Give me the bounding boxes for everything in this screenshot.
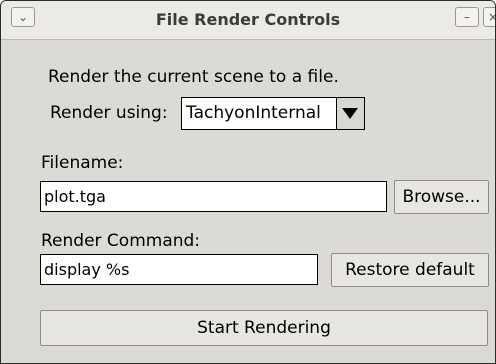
content-area: Render the current scene to a file. Rend…	[1, 40, 495, 363]
close-icon: ×	[488, 10, 495, 24]
title-bar: ⌄ File Render Controls – ×	[1, 1, 495, 40]
description-text: Render the current scene to a file.	[48, 67, 339, 87]
file-render-controls-window: ⌄ File Render Controls – × Render the cu…	[0, 0, 496, 364]
filename-input[interactable]: plot.tga	[40, 181, 387, 212]
minimize-icon: –	[464, 10, 470, 24]
render-command-input[interactable]: display %s	[40, 254, 318, 285]
restore-default-button[interactable]: Restore default	[331, 253, 489, 287]
close-button[interactable]: ×	[483, 7, 495, 27]
renderer-select[interactable]: TachyonInternal	[181, 97, 365, 130]
window-title: File Render Controls	[155, 10, 341, 29]
filename-label: Filename:	[41, 153, 124, 173]
renderer-selected-value: TachyonInternal	[186, 103, 321, 123]
minimize-button[interactable]: –	[455, 7, 479, 27]
render-command-label: Render Command:	[41, 231, 201, 251]
browse-button[interactable]: Browse...	[394, 180, 489, 214]
dropdown-arrow-icon[interactable]	[336, 98, 364, 129]
start-rendering-button[interactable]: Start Rendering	[40, 310, 488, 346]
render-using-label: Render using:	[50, 103, 168, 123]
